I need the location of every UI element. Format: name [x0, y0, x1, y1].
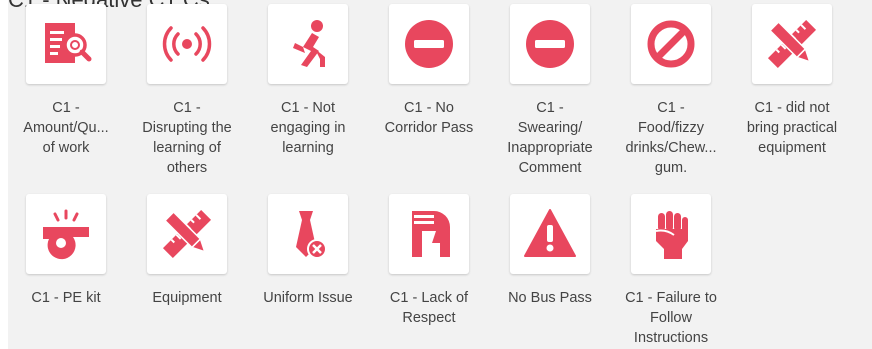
spartan-helmet-icon	[402, 207, 456, 261]
behaviour-icon-button[interactable]	[147, 194, 227, 274]
behaviour-icon-button[interactable]	[510, 4, 590, 84]
no-entry-icon	[523, 17, 577, 71]
behaviour-label: C1 - Failure to Follow Instructions	[625, 290, 717, 346]
behaviour-label: Equipment	[152, 290, 222, 306]
behaviour-grid: C1 - Negative C1 Cs C1 - Amount/Qu... of…	[8, 0, 872, 349]
behaviour-label: C1 - Swearing/ Inappropriate Comment	[507, 100, 593, 176]
behaviour-label: C1 - PE kit	[31, 290, 101, 306]
behaviour-label: C1 - Not engaging in learning	[270, 100, 346, 156]
behaviour-icon-button[interactable]	[26, 4, 106, 84]
prohibited-icon	[644, 17, 698, 71]
behaviour-icon-button[interactable]	[631, 4, 711, 84]
no-entry-icon	[402, 17, 456, 71]
behaviour-icon-button[interactable]	[147, 4, 227, 84]
behaviour-label: C1 - Lack of Respect	[389, 290, 469, 326]
ruler-pencil-icon	[765, 17, 819, 71]
behaviour-label: C1 - Food/fizzy drinks/Chew... gum.	[625, 100, 717, 176]
behaviour-icon-button[interactable]	[268, 4, 348, 84]
broadcast-icon	[160, 17, 214, 71]
behaviour-label: C1 - Amount/Qu... of work	[23, 100, 109, 156]
behaviour-label: C1 - Disrupting the learning of others	[142, 100, 232, 176]
behaviour-icon-button[interactable]	[752, 4, 832, 84]
behaviour-icon-button[interactable]	[631, 194, 711, 274]
slumped-person-icon	[281, 17, 335, 71]
whistle-icon	[39, 207, 93, 261]
behaviour-label: C1 - No Corridor Pass	[384, 100, 474, 136]
behaviour-label: C1 - did not bring practical equipment	[746, 100, 838, 156]
behaviour-label: Uniform Issue	[263, 290, 353, 306]
raised-fist-icon	[644, 207, 698, 261]
behaviour-label: No Bus Pass	[508, 290, 592, 306]
behaviour-icon-button[interactable]	[26, 194, 106, 274]
behaviour-icon-button[interactable]	[268, 194, 348, 274]
behaviour-picker: C1 - Negative C1 Cs C1 - Amount/Qu... of…	[0, 0, 872, 349]
behaviour-icon-button[interactable]	[510, 194, 590, 274]
report-magnify-icon	[39, 17, 93, 71]
behaviour-icon-button[interactable]	[389, 4, 469, 84]
warning-triangle-icon	[523, 207, 577, 261]
ruler-pencil-icon	[160, 207, 214, 261]
behaviour-icon-button[interactable]	[389, 194, 469, 274]
tie-icon	[281, 207, 335, 261]
